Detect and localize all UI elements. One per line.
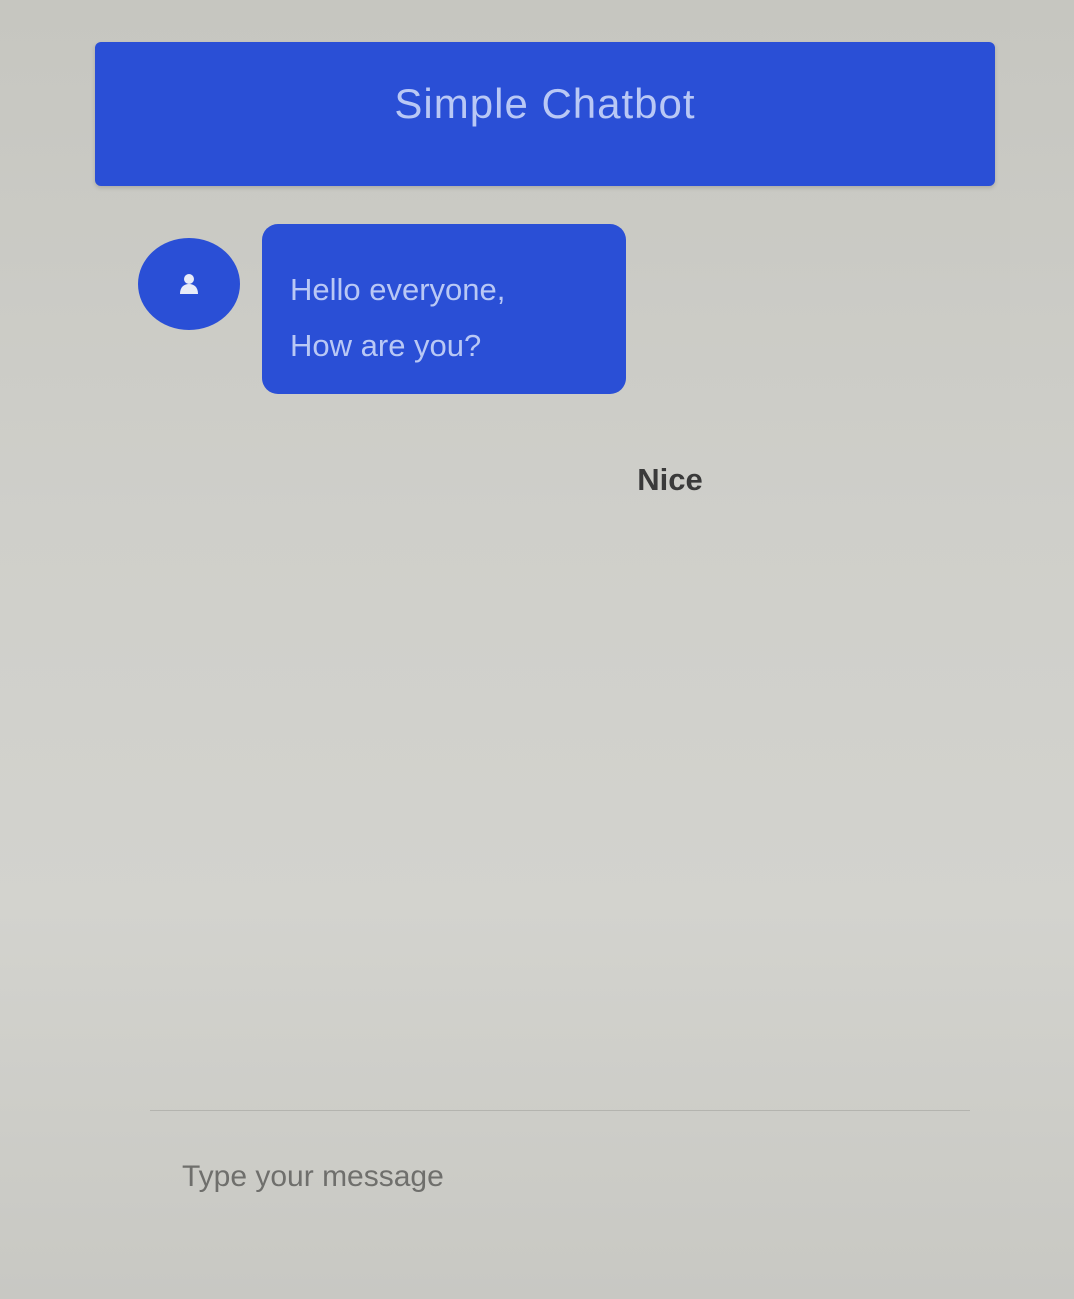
user-message-text: Nice [637, 462, 703, 497]
bot-message-line: How are you? [290, 328, 482, 363]
chat-header: Simple Chatbot [95, 42, 995, 186]
message-input[interactable] [180, 1151, 944, 1203]
user-message-bubble: Nice [600, 430, 740, 530]
chat-title: Simple Chatbot [394, 80, 696, 127]
chat-page: Simple Chatbot Hello everyone, How are y… [0, 0, 1074, 1299]
bot-message-line: Hello everyone, [290, 272, 506, 307]
bot-avatar [138, 238, 240, 330]
bot-message-bubble: Hello everyone, How are you? [262, 224, 626, 394]
composer-bar [150, 1110, 970, 1240]
user-icon [180, 274, 198, 294]
